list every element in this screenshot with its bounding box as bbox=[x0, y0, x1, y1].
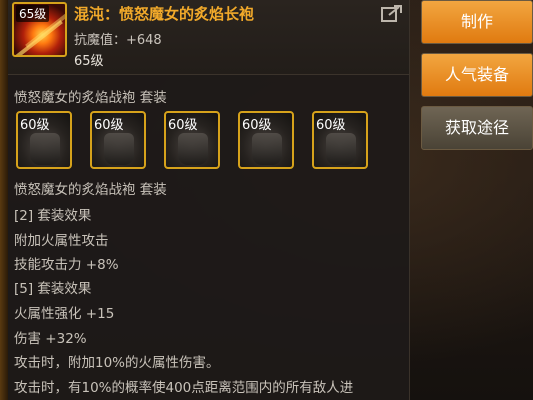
set-effect-5-title: [5] 套装效果 bbox=[14, 281, 92, 297]
item-header: 65级 混沌：愤怒魔女的炙焰长袍 抗魔值：+648 65级 bbox=[8, 0, 409, 75]
share-icon[interactable] bbox=[381, 4, 403, 22]
set-effect-5-line: 伤害 +32% bbox=[14, 331, 87, 347]
set-piece[interactable]: 60级 bbox=[238, 111, 294, 169]
acquire-source-button[interactable]: 获取途径 bbox=[421, 106, 533, 150]
item-level: 65级 bbox=[74, 54, 104, 69]
set-effect-5-line: 火属性强化 +15 bbox=[14, 306, 115, 322]
set-piece-level: 60级 bbox=[316, 118, 346, 133]
item-level-badge: 65级 bbox=[16, 5, 50, 22]
armor-piece-icon bbox=[252, 133, 282, 165]
armor-piece-icon bbox=[30, 133, 60, 165]
set-piece[interactable]: 60级 bbox=[312, 111, 368, 169]
armor-piece-icon bbox=[178, 133, 208, 165]
set-effect-2-line: 附加火属性攻击 bbox=[14, 233, 109, 249]
popular-gear-button[interactable]: 人气装备 bbox=[421, 53, 533, 97]
background-edge bbox=[0, 0, 8, 400]
armor-piece-icon bbox=[104, 133, 134, 165]
set-piece-level: 60级 bbox=[242, 118, 272, 133]
item-title: 混沌：愤怒魔女的炙焰长袍 bbox=[74, 5, 255, 23]
set-piece[interactable]: 60级 bbox=[90, 111, 146, 169]
craft-button[interactable]: 制作 bbox=[421, 0, 533, 44]
set-piece[interactable]: 60级 bbox=[16, 111, 72, 169]
item-stat: 抗魔值：+648 bbox=[74, 33, 162, 48]
set-effect-2-line: 技能攻击力 +8% bbox=[14, 257, 119, 273]
set-piece-level: 60级 bbox=[94, 118, 124, 133]
set-effect-2-title: [2] 套装效果 bbox=[14, 208, 92, 224]
set-effect-5-line: 攻击时，附加10%的火属性伤害。 bbox=[14, 355, 220, 371]
set-piece-level: 60级 bbox=[20, 118, 50, 133]
set-header: 愤怒魔女的炙焰战袍 套装 bbox=[14, 90, 167, 106]
flaming-robe-icon[interactable]: 65级 bbox=[12, 2, 67, 57]
set-pieces-row: 60级 60级 60级 60级 60级 bbox=[14, 111, 404, 170]
set-piece-level: 60级 bbox=[168, 118, 198, 133]
item-tooltip-panel: 65级 混沌：愤怒魔女的炙焰长袍 抗魔值：+648 65级 愤怒魔女的炙焰战袍 … bbox=[8, 0, 410, 400]
armor-piece-icon bbox=[326, 133, 356, 165]
set-name-line: 愤怒魔女的炙焰战袍 套装 bbox=[14, 182, 167, 198]
set-effect-5-line: 攻击时，有10%的概率使400点距离范围内的所有敌人进 bbox=[14, 380, 354, 396]
set-piece[interactable]: 60级 bbox=[164, 111, 220, 169]
